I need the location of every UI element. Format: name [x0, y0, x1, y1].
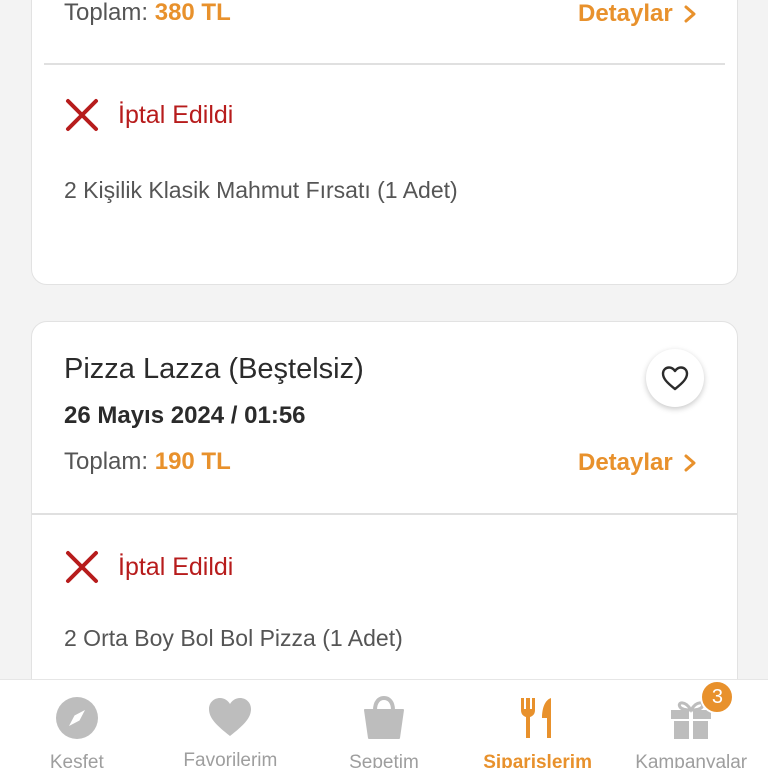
fork-knife-icon: [514, 696, 562, 740]
total-label: Toplam:: [64, 448, 149, 475]
notification-badge: 3: [700, 680, 735, 714]
total-amount: 190 TL: [154, 448, 231, 475]
nav-item-sepetim[interactable]: Sepetim: [307, 680, 461, 768]
chevron-right-icon: [684, 454, 696, 472]
order-card: Toplam: 380 TL Detaylar İptal Edildi 2 K…: [31, 0, 738, 285]
list-item: 2 Orta Boy Bol Bol Pizza (1 Adet): [64, 625, 403, 651]
close-icon: [66, 99, 98, 131]
nav-item-kesfet[interactable]: Keşfet: [0, 680, 154, 768]
heart-icon: [206, 696, 254, 738]
shopping-bag-icon: [360, 696, 408, 740]
nav-item-favorilerim[interactable]: Favorilerim: [154, 680, 308, 768]
list-item: 2 Kişilik Klasik Mahmut Fırsatı (1 Adet): [64, 177, 458, 203]
details-link[interactable]: Detaylar: [578, 449, 697, 477]
close-icon: [66, 551, 98, 583]
restaurant-name: Pizza Lazza (Beştelsiz): [64, 353, 364, 385]
compass-icon: [53, 696, 101, 740]
status-label: İptal Edildi: [118, 552, 234, 581]
nav-item-siparislerim[interactable]: Siparişlerim: [461, 680, 615, 768]
nav-label: Siparişlerim: [483, 752, 592, 768]
order-status: İptal Edildi: [64, 97, 233, 133]
total-label: Toplam:: [64, 0, 149, 26]
order-status: İptal Edildi: [64, 549, 233, 585]
order-card: Pizza Lazza (Beştelsiz) 26 Mayıs 2024 / …: [31, 321, 738, 741]
nav-item-kampanyalar[interactable]: 3 Kampanyalar: [614, 680, 768, 768]
total-amount: 380 TL: [154, 0, 231, 26]
order-total: Toplam: 190 TL: [64, 448, 231, 476]
heart-outline-icon: [661, 366, 689, 391]
nav-label: Favorilerim: [183, 750, 278, 768]
order-total: Toplam: 380 TL: [64, 0, 231, 27]
divider: [32, 513, 737, 515]
nav-label: Kampanyalar: [635, 752, 748, 768]
nav-label: Keşfet: [49, 752, 104, 768]
status-label: İptal Edildi: [118, 100, 234, 129]
details-link[interactable]: Detaylar: [578, 0, 697, 28]
order-date: 26 Mayıs 2024 / 01:56: [64, 402, 306, 429]
details-label: Detaylar: [578, 0, 673, 27]
details-label: Detaylar: [578, 449, 673, 476]
nav-label: Sepetim: [349, 752, 419, 768]
bottom-nav: Keşfet Favorilerim Sepetim Siparişlerim: [0, 679, 768, 768]
chevron-right-icon: [684, 5, 696, 23]
favorite-button[interactable]: [646, 349, 704, 407]
divider: [44, 63, 725, 65]
